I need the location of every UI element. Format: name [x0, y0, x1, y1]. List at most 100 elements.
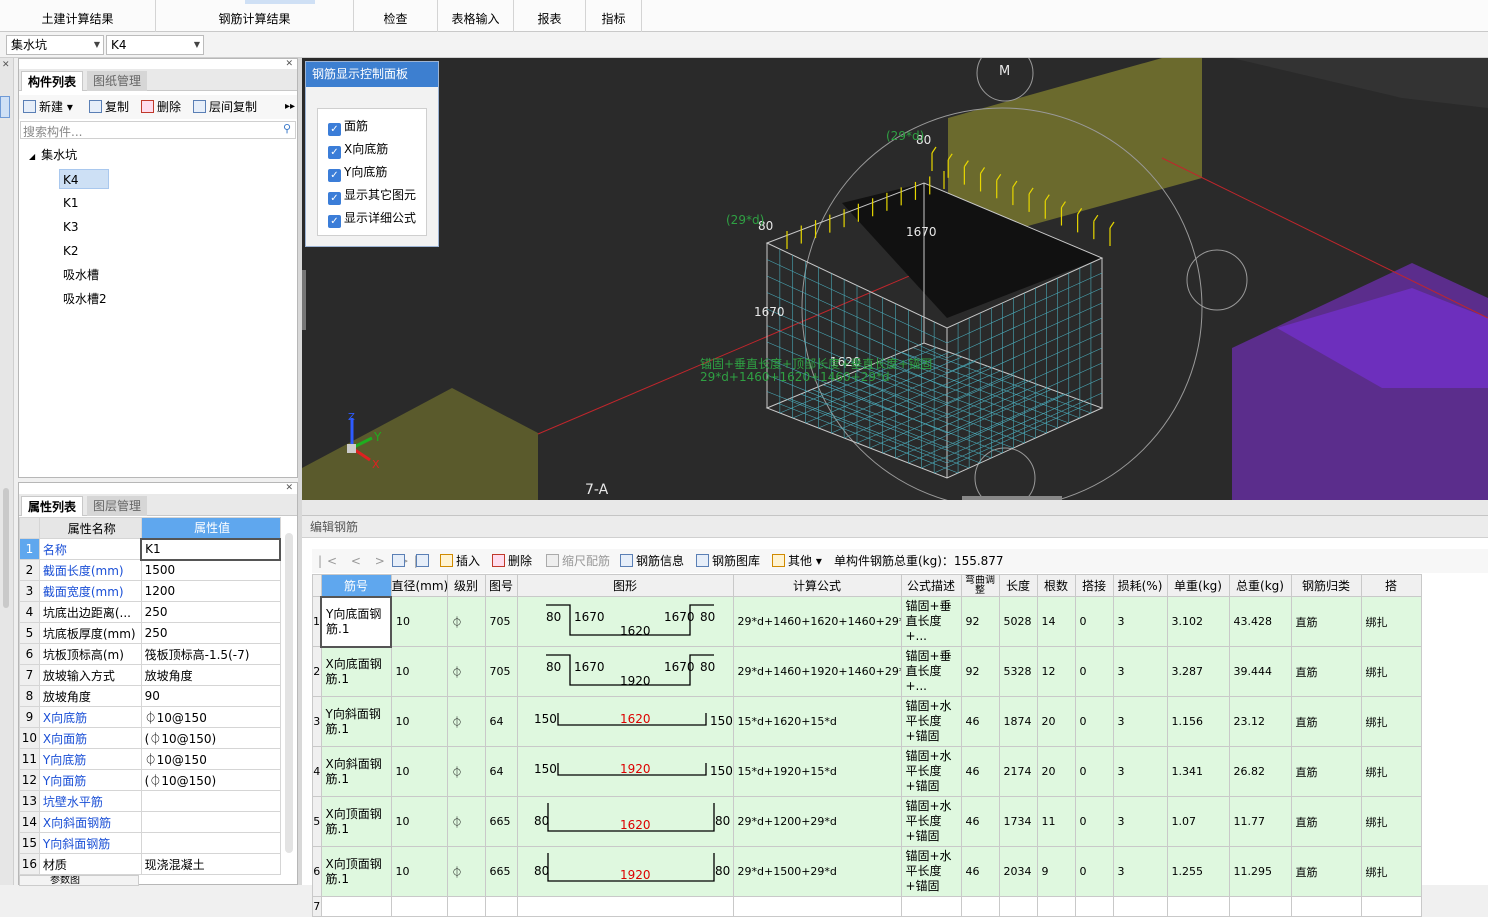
property-row[interactable]: 10 X向面筋 (⏀10@150)	[19, 727, 281, 749]
checkbox-checked-icon[interactable]: ✓	[328, 146, 341, 159]
property-row[interactable]: 13 坑壁水平筋	[19, 790, 281, 812]
column-header[interactable]: 图号	[484, 574, 518, 597]
property-value[interactable]: (⏀10@150)	[140, 727, 281, 749]
connection[interactable]: 绑扎	[1360, 596, 1422, 647]
formula-desc[interactable]: 锚固+水平长度+锚固	[900, 796, 962, 847]
empty-cell[interactable]	[900, 896, 962, 917]
grade[interactable]: ⏀	[446, 646, 486, 697]
empty-cell[interactable]	[998, 896, 1038, 917]
column-header[interactable]: 弯曲调整	[960, 574, 1000, 597]
total-weight[interactable]: 43.428	[1228, 596, 1292, 647]
property-value[interactable]: ⏀10@150	[140, 748, 281, 770]
move-up-button[interactable]	[392, 552, 408, 570]
count[interactable]: 9	[1036, 846, 1076, 897]
tab-civil-results[interactable]: 土建计算结果	[0, 0, 156, 32]
loss[interactable]: 3	[1112, 696, 1168, 747]
tab-param-diagram[interactable]: 参数图	[19, 875, 139, 886]
rebar-row[interactable]: 5 X向顶面钢筋.1 10 ⏀ 665 80 1620 80 29*d+1200+29*d 锚固+…	[312, 796, 1422, 847]
column-header[interactable]: 根数	[1036, 574, 1076, 597]
row-index[interactable]: 2	[312, 646, 322, 697]
property-row[interactable]: 11 Y向底筋 ⏀10@150	[19, 748, 281, 770]
tree-item-k3[interactable]: K3	[63, 217, 79, 237]
count[interactable]: 20	[1036, 746, 1076, 797]
property-value[interactable]: (⏀10@150)	[140, 769, 281, 791]
property-row[interactable]: 9 X向底筋 ⏀10@150	[19, 706, 281, 728]
property-value[interactable]: ⏀10@150	[140, 706, 281, 728]
length[interactable]: 2034	[998, 846, 1038, 897]
connection[interactable]: 绑扎	[1360, 846, 1422, 897]
empty-cell[interactable]	[960, 896, 1000, 917]
rebar-no[interactable]: X向底面钢筋.1	[320, 646, 392, 697]
property-value[interactable]: 放坡角度	[140, 664, 281, 686]
column-header[interactable]: 筋号	[320, 574, 392, 597]
count[interactable]: 12	[1036, 646, 1076, 697]
lap[interactable]: 0	[1074, 846, 1114, 897]
property-row[interactable]: 3 截面宽度(mm) 1200	[19, 580, 281, 602]
lap[interactable]: 0	[1074, 646, 1114, 697]
tab-table-input[interactable]: 表格输入	[438, 0, 514, 32]
row-index[interactable]: 5	[312, 796, 322, 847]
new-button[interactable]: 新建 ▾	[23, 98, 73, 116]
splitter[interactable]	[302, 500, 1488, 515]
lap[interactable]: 0	[1074, 746, 1114, 797]
figure-no[interactable]: 64	[484, 696, 518, 747]
rebar-3d-viewport[interactable]: M 7-A 80 80 1670 1670 1620 (29*d) (29*d)…	[302, 58, 1488, 500]
option-show-detailed-formula[interactable]: ✓ 显示详细公式	[328, 209, 416, 228]
search-input[interactable]: 搜索构件... ⚲	[20, 121, 296, 139]
property-row[interactable]: 15 Y向斜面钢筋	[19, 832, 281, 854]
grade[interactable]: ⏀	[446, 696, 486, 747]
total-weight[interactable]: 11.295	[1228, 846, 1292, 897]
empty-cell[interactable]	[1228, 896, 1292, 917]
insert-button[interactable]: 插入	[440, 552, 480, 570]
unit-weight[interactable]: 1.07	[1166, 796, 1230, 847]
scale-rebar-button[interactable]: 缩尺配筋	[546, 552, 610, 570]
floor-copy-button[interactable]: 层间复制	[193, 98, 257, 116]
formula[interactable]: 29*d+1200+29*d	[732, 796, 902, 847]
length[interactable]: 5028	[998, 596, 1038, 647]
formula[interactable]: 15*d+1920+15*d	[732, 746, 902, 797]
rebar-class[interactable]: 直筋	[1290, 646, 1362, 697]
formula[interactable]: 29*d+1460+1620+1460+29*d	[732, 596, 902, 647]
component-name-select[interactable]: K4 ▼	[106, 35, 204, 55]
close-icon[interactable]: ✕	[285, 59, 293, 69]
column-header[interactable]: 损耗(%)	[1112, 574, 1168, 597]
rebar-no[interactable]: Y向底面钢筋.1	[320, 595, 392, 648]
dock-tab[interactable]	[0, 96, 10, 118]
search-icon[interactable]: ⚲	[283, 122, 291, 135]
tree-item-suction-trough-2[interactable]: 吸水槽2	[63, 289, 107, 309]
rebar-info-button[interactable]: 钢筋信息	[620, 552, 684, 570]
property-value[interactable]: 筏板顶标高-1.5(-7)	[140, 643, 281, 665]
column-header[interactable]: 长度	[998, 574, 1038, 597]
rebar-class[interactable]: 直筋	[1290, 596, 1362, 647]
property-row[interactable]: 8 放坡角度 90	[19, 685, 281, 707]
property-value[interactable]: 现浇混凝土	[140, 853, 281, 875]
tab-report[interactable]: 报表	[514, 0, 586, 32]
formula-desc[interactable]: 锚固+垂直长度+...	[900, 596, 962, 647]
delete-row-button[interactable]: 删除	[492, 552, 532, 570]
property-row[interactable]: 6 坑板顶标高(m) 筏板顶标高-1.5(-7)	[19, 643, 281, 665]
property-value[interactable]: 250	[140, 622, 281, 644]
connection[interactable]: 绑扎	[1360, 696, 1422, 747]
tree-root[interactable]: ◢ 集水坑	[29, 145, 77, 165]
column-header[interactable]: 搭接	[1074, 574, 1114, 597]
empty-cell[interactable]	[1074, 896, 1114, 917]
length[interactable]: 2174	[998, 746, 1038, 797]
lap[interactable]: 0	[1074, 596, 1114, 647]
tab-check[interactable]: 检查	[354, 0, 438, 32]
row-index[interactable]: 3	[312, 696, 322, 747]
scrollbar[interactable]	[285, 533, 293, 853]
property-value[interactable]: 1200	[140, 580, 281, 602]
bend-adjust[interactable]: 46	[960, 696, 1000, 747]
connection[interactable]: 绑扎	[1360, 796, 1422, 847]
column-header[interactable]: 钢筋归类	[1290, 574, 1362, 597]
scrollbar[interactable]	[3, 488, 9, 608]
unit-weight[interactable]: 3.102	[1166, 596, 1230, 647]
collapse-icon[interactable]: ◢	[29, 152, 35, 161]
rebar-class[interactable]: 直筋	[1290, 846, 1362, 897]
column-header[interactable]: 总重(kg)	[1228, 574, 1292, 597]
move-down-button[interactable]	[416, 552, 432, 570]
checkbox-checked-icon[interactable]: ✓	[328, 169, 341, 182]
tab-property-list[interactable]: 属性列表	[21, 496, 84, 516]
formula-desc[interactable]: 锚固+水平长度+锚固	[900, 846, 962, 897]
tab-component-list[interactable]: 构件列表	[21, 71, 84, 91]
